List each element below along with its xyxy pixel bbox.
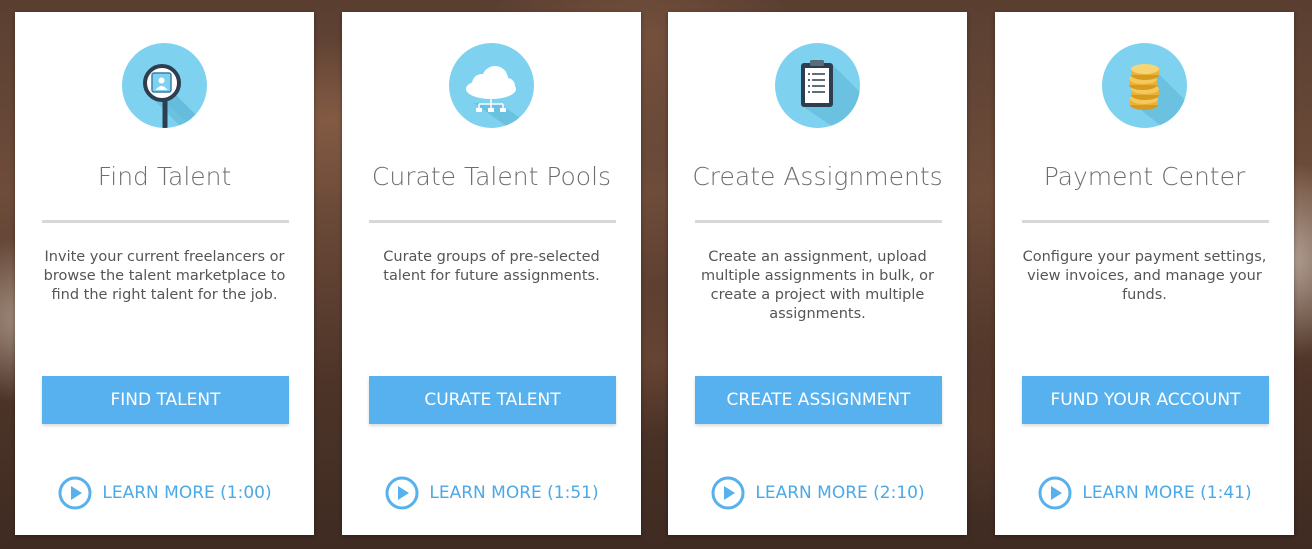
learn-more-link[interactable]: LEARN MORE (1:51) bbox=[352, 476, 632, 510]
card-description: Curate groups of pre-selected talent for… bbox=[383, 249, 600, 284]
play-circle-icon bbox=[58, 476, 92, 510]
find-talent-button[interactable]: FIND TALENT bbox=[42, 376, 289, 424]
curate-talent-button[interactable]: CURATE TALENT bbox=[369, 376, 616, 424]
create-assignment-button[interactable]: CREATE ASSIGNMENT bbox=[695, 376, 942, 424]
card-description: Invite your current freelancers or brows… bbox=[43, 249, 286, 303]
cloud-network-icon bbox=[449, 43, 534, 128]
fund-your-account-button[interactable]: FUND YOUR ACCOUNT bbox=[1022, 376, 1269, 424]
divider bbox=[695, 220, 942, 223]
learn-more-label: LEARN MORE (1:51) bbox=[429, 483, 599, 503]
magnifier-profile-icon bbox=[122, 43, 207, 128]
play-circle-icon bbox=[1038, 476, 1072, 510]
card-find-talent: Find Talent Invite your current freelanc… bbox=[15, 12, 314, 535]
learn-more-link[interactable]: LEARN MORE (1:41) bbox=[1005, 476, 1285, 510]
learn-more-label: LEARN MORE (1:41) bbox=[1082, 483, 1252, 503]
card-title: Find Talent bbox=[97, 162, 232, 191]
learn-more-label: LEARN MORE (2:10) bbox=[755, 483, 925, 503]
learn-more-label: LEARN MORE (1:00) bbox=[102, 483, 272, 503]
card-description: Create an assignment, upload multiple as… bbox=[700, 249, 935, 322]
learn-more-link[interactable]: LEARN MORE (2:10) bbox=[678, 476, 958, 510]
card-description: Configure your payment settings, view in… bbox=[1022, 249, 1267, 303]
divider bbox=[42, 220, 289, 223]
divider bbox=[1022, 220, 1269, 223]
card-payment-center: Payment Center Configure your payment se… bbox=[995, 12, 1294, 535]
card-create-assignments: Create Assignments Create an assignment,… bbox=[668, 12, 967, 535]
card-title: Curate Talent Pools bbox=[371, 162, 612, 191]
learn-more-link[interactable]: LEARN MORE (1:00) bbox=[25, 476, 305, 510]
card-title: Create Assignments bbox=[692, 162, 943, 191]
coin-stack-icon bbox=[1102, 43, 1187, 128]
card-curate-talent-pools: Curate Talent Pools Curate groups of pre… bbox=[342, 12, 641, 535]
play-circle-icon bbox=[711, 476, 745, 510]
divider bbox=[369, 220, 616, 223]
play-circle-icon bbox=[385, 476, 419, 510]
clipboard-icon bbox=[775, 43, 860, 128]
card-title: Payment Center bbox=[1043, 162, 1246, 191]
